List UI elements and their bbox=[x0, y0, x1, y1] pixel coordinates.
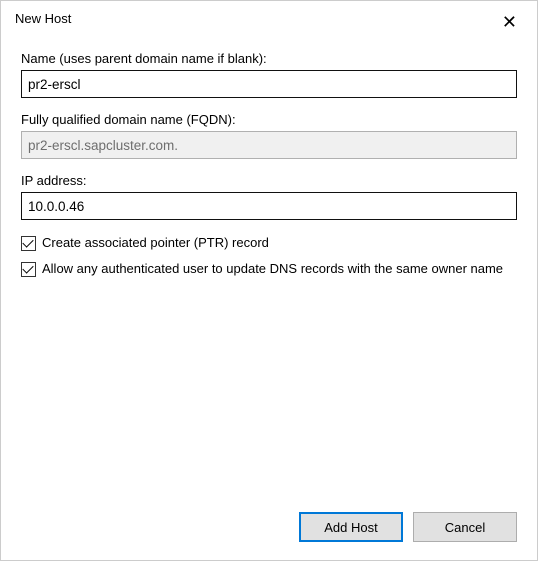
add-host-button[interactable]: Add Host bbox=[299, 512, 403, 542]
close-button[interactable]: ✕ bbox=[494, 9, 525, 35]
dialog-title: New Host bbox=[15, 9, 71, 26]
name-label: Name (uses parent domain name if blank): bbox=[21, 51, 517, 66]
button-row: Add Host Cancel bbox=[1, 512, 537, 560]
ip-label: IP address: bbox=[21, 173, 517, 188]
ptr-checkbox[interactable] bbox=[21, 236, 36, 251]
fqdn-field-group: Fully qualified domain name (FQDN): pr2-… bbox=[21, 112, 517, 159]
allow-update-checkbox-label: Allow any authenticated user to update D… bbox=[42, 260, 503, 278]
fqdn-label: Fully qualified domain name (FQDN): bbox=[21, 112, 517, 127]
name-input[interactable] bbox=[21, 70, 517, 98]
ptr-checkbox-label: Create associated pointer (PTR) record bbox=[42, 234, 269, 252]
ip-input[interactable] bbox=[21, 192, 517, 220]
allow-update-checkbox-row[interactable]: Allow any authenticated user to update D… bbox=[21, 260, 517, 278]
ptr-checkbox-row[interactable]: Create associated pointer (PTR) record bbox=[21, 234, 517, 252]
dialog-content: Name (uses parent domain name if blank):… bbox=[1, 41, 537, 512]
ip-field-group: IP address: bbox=[21, 173, 517, 220]
name-field-group: Name (uses parent domain name if blank): bbox=[21, 51, 517, 98]
fqdn-display: pr2-erscl.sapcluster.com. bbox=[21, 131, 517, 159]
titlebar: New Host ✕ bbox=[1, 1, 537, 41]
cancel-button[interactable]: Cancel bbox=[413, 512, 517, 542]
allow-update-checkbox[interactable] bbox=[21, 262, 36, 277]
